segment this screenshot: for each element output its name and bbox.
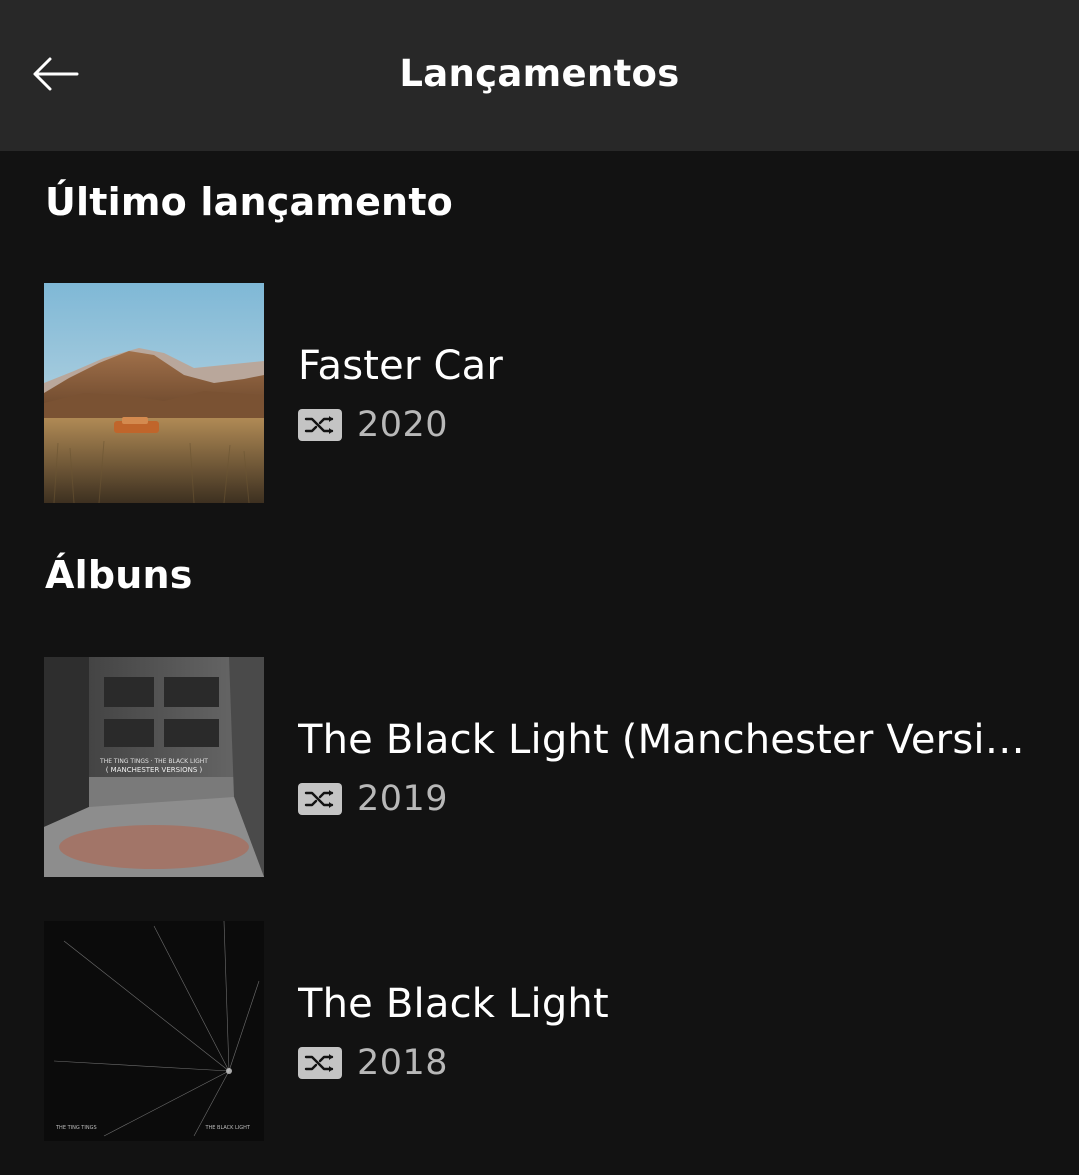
- cover-text-line-1: THE TING TINGS · THE BLACK LIGHT: [99, 758, 208, 765]
- release-title: Faster Car: [298, 343, 504, 389]
- section-title-albums: Álbuns: [45, 553, 193, 597]
- release-year: 2018: [357, 1043, 449, 1083]
- release-item-the-black-light-manchester[interactable]: THE TING TINGS · THE BLACK LIGHT ( MANCH…: [44, 657, 1044, 877]
- shuffle-badge: [298, 409, 342, 441]
- release-meta: 2018: [298, 1043, 448, 1083]
- shuffle-badge: [298, 1047, 342, 1079]
- release-year: 2020: [357, 405, 449, 445]
- release-year: 2019: [357, 779, 449, 819]
- page-title: Lançamentos: [399, 52, 680, 95]
- release-meta: 2019: [298, 779, 448, 819]
- release-item-the-black-light[interactable]: THE TING TINGS THE BLACK LIGHT The Black…: [44, 921, 1044, 1141]
- cover-text-line-2: ( MANCHESTER VERSIONS ): [106, 766, 203, 774]
- shuffle-icon: [304, 1054, 334, 1072]
- album-cover-the-black-light-manchester: THE TING TINGS · THE BLACK LIGHT ( MANCH…: [44, 657, 264, 877]
- release-meta: 2020: [298, 405, 448, 445]
- album-cover-faster-car: [44, 283, 264, 503]
- top-bar: Lançamentos: [0, 0, 1079, 151]
- shuffle-icon: [304, 416, 334, 434]
- cover-text-artist: THE TING TINGS: [55, 1125, 97, 1131]
- release-item-faster-car[interactable]: Faster Car 2020: [44, 283, 1044, 503]
- shuffle-badge: [298, 783, 342, 815]
- release-title: The Black Light (Manchester Versions): [298, 717, 1028, 763]
- shuffle-icon: [304, 790, 334, 808]
- cover-text-title: THE BLACK LIGHT: [204, 1125, 250, 1131]
- release-title: The Black Light: [298, 981, 609, 1027]
- album-cover-the-black-light: THE TING TINGS THE BLACK LIGHT: [44, 921, 264, 1141]
- section-title-latest-release: Último lançamento: [45, 180, 453, 224]
